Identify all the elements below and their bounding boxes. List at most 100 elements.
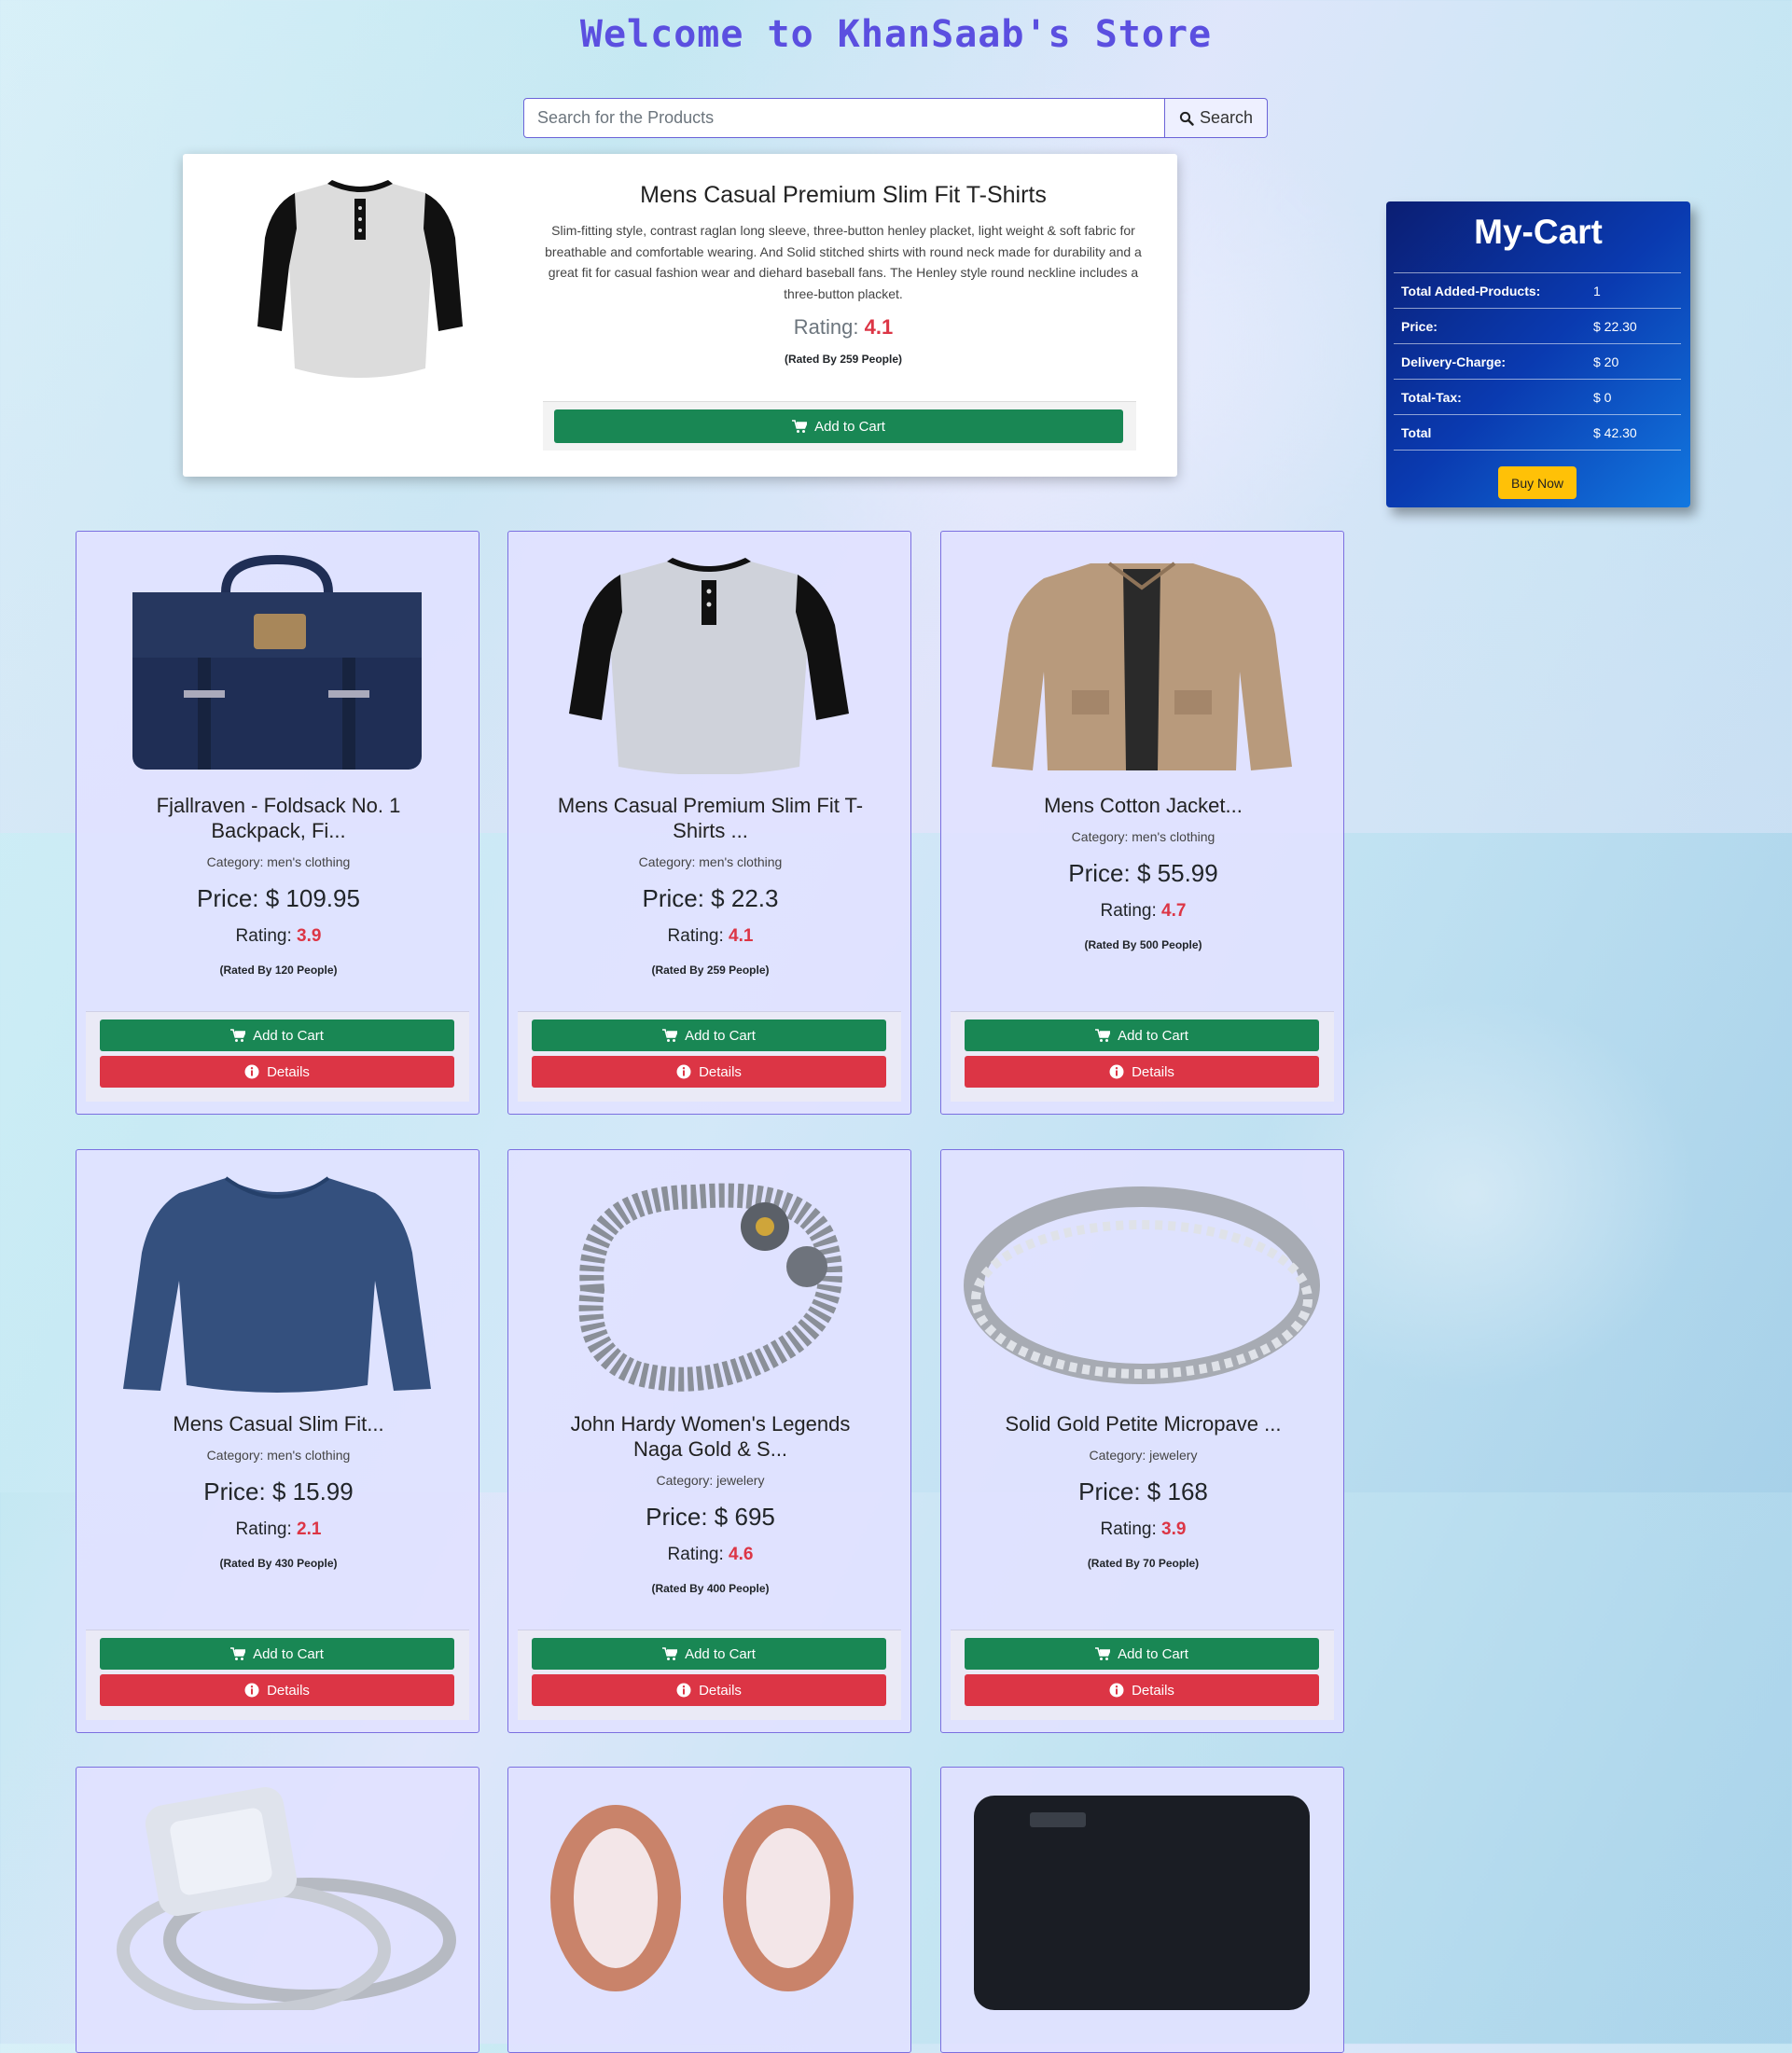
- cart-row: Total Added-Products: 1: [1394, 272, 1681, 309]
- details-label: Details: [1132, 1063, 1174, 1080]
- rating-value: 4.7: [1161, 901, 1187, 921]
- cart-row-label: Total: [1394, 414, 1586, 451]
- featured-product-body: Mens Casual Premium Slim Fit T-Shirts Sl…: [545, 182, 1142, 366]
- product-price: Price: $ 109.95: [197, 884, 360, 912]
- details-label: Details: [699, 1063, 742, 1080]
- details-button[interactable]: Details: [532, 1674, 886, 1706]
- rating-value: 3.9: [297, 926, 322, 946]
- details-label: Details: [267, 1682, 310, 1699]
- raglan-tshirt-image: [257, 180, 463, 378]
- product-rating: Rating: 4.1: [518, 926, 903, 947]
- search-input[interactable]: [523, 98, 1165, 138]
- product-title: Mens Cotton Jacket...: [990, 793, 1298, 818]
- rating-value: 4.1: [864, 315, 894, 339]
- my-cart-panel: My-Cart Total Added-Products: 1 Price: $ 2…: [1386, 201, 1690, 507]
- product-card: Fjallraven - Foldsack No. 1 Backpack, Fi.…: [76, 531, 479, 1115]
- details-button[interactable]: Details: [100, 1674, 454, 1706]
- product-category: Category: men's clothing: [1071, 829, 1216, 844]
- rating-value: 3.9: [1161, 1519, 1187, 1539]
- search-button-label: Search: [1199, 108, 1254, 127]
- details-button[interactable]: Details: [965, 1674, 1319, 1706]
- cart-row-value: $ 0: [1586, 379, 1681, 415]
- rating-value: 4.1: [729, 926, 754, 946]
- rating-label: Rating:: [667, 926, 724, 946]
- product-rated-by: (Rated By 70 People): [1087, 1557, 1200, 1570]
- add-to-cart-label: Add to Cart: [814, 418, 885, 435]
- add-to-cart-button[interactable]: Add to Cart: [532, 1020, 886, 1051]
- diamond-ring-image: [117, 1787, 456, 2010]
- product-title-line: Solid Gold Petite Micropave ...: [1005, 1412, 1282, 1436]
- cart-row: Total-Tax: $ 0: [1394, 379, 1681, 415]
- cart-icon: [230, 1647, 246, 1660]
- product-rated-by: (Rated By 430 People): [219, 1557, 338, 1570]
- details-label: Details: [1132, 1682, 1174, 1699]
- search-bar: Search: [523, 98, 1268, 138]
- product-rating: Rating: 4.6: [518, 1545, 903, 1565]
- cart-row-label: Total Added-Products:: [1394, 272, 1586, 309]
- info-icon: [1109, 1064, 1124, 1079]
- product-category: Category: men's clothing: [206, 854, 351, 869]
- product-card: [76, 1767, 479, 2053]
- cart-icon: [230, 1029, 246, 1042]
- product-card: [940, 1767, 1344, 2053]
- details-button[interactable]: Details: [100, 1056, 454, 1088]
- cart-row: Total $ 42.30: [1394, 414, 1681, 451]
- cart-row-label: Delivery-Charge:: [1394, 343, 1586, 380]
- add-to-cart-button[interactable]: Add to Cart: [965, 1638, 1319, 1670]
- add-to-cart-button[interactable]: Add to Cart: [965, 1020, 1319, 1051]
- product-card-footer: Add to Cart Details: [86, 1630, 469, 1720]
- buy-now-button[interactable]: Buy Now: [1498, 466, 1577, 499]
- rating-label: Rating:: [1100, 1519, 1157, 1539]
- product-rating: Rating: 3.9: [86, 926, 471, 947]
- cart-icon: [792, 420, 808, 433]
- product-title-line: John Hardy Women's Legends: [570, 1412, 851, 1436]
- add-to-cart-button[interactable]: Add to Cart: [100, 1638, 454, 1670]
- cart-row-value: $ 42.30: [1586, 414, 1681, 451]
- add-to-cart-button[interactable]: Add to Cart: [532, 1638, 886, 1670]
- silver-ring-image: [964, 1186, 1320, 1384]
- cart-row-value: $ 20: [1586, 343, 1681, 380]
- rating-value: 2.1: [297, 1519, 322, 1539]
- product-category: Category: men's clothing: [206, 1448, 351, 1463]
- details-button[interactable]: Details: [532, 1056, 886, 1088]
- cart-icon: [662, 1647, 678, 1660]
- product-title: Mens Casual Premium Slim Fit T- Shirts ..…: [557, 793, 865, 843]
- product-price: Price: $ 168: [1078, 1477, 1208, 1505]
- featured-product-card: Mens Casual Premium Slim Fit T-Shirts Sl…: [183, 154, 1177, 477]
- product-title-line: Fjallraven - Foldsack No. 1: [156, 794, 401, 817]
- product-card-footer: Add to Cart Details: [518, 1630, 901, 1720]
- longsleeve-shirt-image: [123, 1176, 431, 1393]
- info-icon: [244, 1064, 259, 1079]
- product-card-body: John Hardy Women's Legends Naga Gold & S.…: [518, 1411, 903, 1595]
- rating-label: Rating:: [793, 315, 859, 339]
- details-button[interactable]: Details: [965, 1056, 1319, 1088]
- add-to-cart-label: Add to Cart: [253, 1027, 324, 1044]
- backpack-image: [132, 554, 422, 770]
- product-card-footer: Add to Cart Details: [951, 1630, 1334, 1720]
- details-label: Details: [699, 1682, 742, 1699]
- product-card: Mens Casual Slim Fit... Category: men's …: [76, 1149, 479, 1733]
- product-title-line: Backpack, Fi...: [211, 819, 346, 842]
- product-card-body: Fjallraven - Foldsack No. 1 Backpack, Fi.…: [86, 793, 471, 977]
- add-to-cart-label: Add to Cart: [1118, 1027, 1188, 1044]
- featured-add-to-cart-button[interactable]: Add to Cart: [554, 409, 1123, 443]
- product-rated-by: (Rated By 259 People): [651, 964, 770, 977]
- search-button[interactable]: Search: [1165, 98, 1268, 138]
- cart-row: Price: $ 22.30: [1394, 308, 1681, 344]
- product-card-footer: Add to Cart Details: [86, 1011, 469, 1102]
- product-title-line: Shirts ...: [673, 819, 748, 842]
- rating-label: Rating:: [667, 1545, 724, 1564]
- product-title-line: Naga Gold & S...: [632, 1437, 788, 1461]
- product-title-line: Mens Cotton Jacket...: [1044, 794, 1243, 817]
- featured-product-description: Slim-fitting style, contrast raglan long…: [545, 223, 1142, 301]
- cart-title: My-Cart: [1474, 213, 1603, 251]
- product-rating: Rating: 3.9: [951, 1519, 1336, 1540]
- product-card: Solid Gold Petite Micropave ... Category…: [940, 1149, 1344, 1733]
- add-to-cart-button[interactable]: Add to Cart: [100, 1020, 454, 1051]
- product-card: Mens Casual Premium Slim Fit T- Shirts ..…: [507, 531, 911, 1115]
- featured-product-footer: Add to Cart: [543, 401, 1136, 451]
- rating-label: Rating:: [1100, 901, 1157, 921]
- raglan-tshirt-image: [569, 558, 849, 774]
- featured-product-rating: Rating: 4.1: [545, 315, 1142, 340]
- product-card: Mens Cotton Jacket... Category: men's cl…: [940, 531, 1344, 1115]
